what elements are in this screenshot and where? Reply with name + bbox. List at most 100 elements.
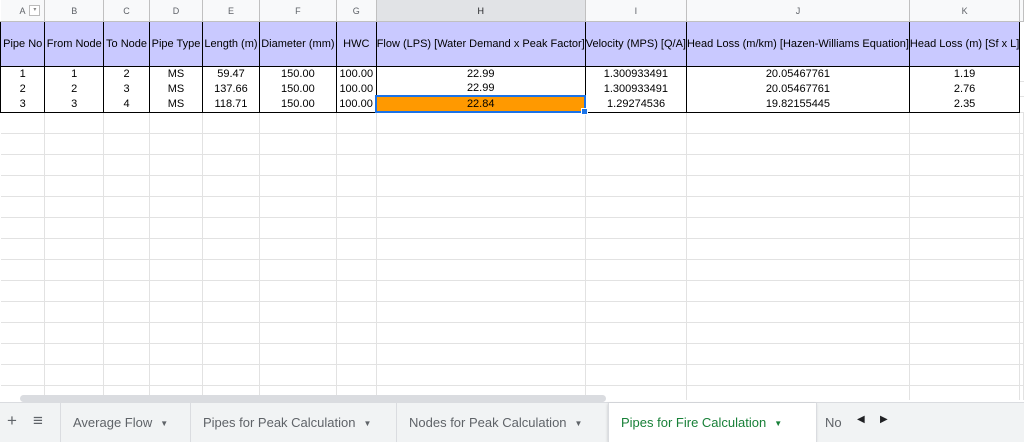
- data-cell[interactable]: 3: [0, 96, 46, 113]
- empty-cell[interactable]: [376, 154, 586, 176]
- tab-menu-caret-icon[interactable]: ▼: [575, 419, 583, 428]
- header-cell[interactable]: From Node: [44, 21, 105, 67]
- empty-cell[interactable]: [686, 217, 910, 239]
- empty-cell[interactable]: [44, 343, 105, 365]
- empty-cell[interactable]: [1019, 217, 1024, 239]
- column-header-e[interactable]: E: [202, 0, 260, 22]
- empty-cell[interactable]: [149, 217, 204, 239]
- empty-cell[interactable]: [103, 196, 151, 218]
- empty-cell[interactable]: [1019, 385, 1024, 400]
- empty-cell[interactable]: [585, 154, 687, 176]
- data-cell[interactable]: 150.00: [258, 81, 337, 96]
- empty-cell[interactable]: [259, 175, 337, 197]
- empty-cell[interactable]: [909, 238, 1021, 260]
- header-cell[interactable]: Pipe Type: [149, 21, 204, 67]
- empty-cell[interactable]: [686, 322, 910, 344]
- empty-cell[interactable]: [376, 112, 586, 134]
- empty-cell[interactable]: [0, 343, 46, 365]
- empty-cell[interactable]: [0, 133, 46, 155]
- empty-cell[interactable]: [686, 196, 910, 218]
- empty-cell[interactable]: [0, 217, 46, 239]
- data-cell[interactable]: 1.19: [908, 66, 1021, 81]
- header-cell[interactable]: Flow (LPS) [Water Demand x Peak Factor]: [375, 21, 586, 67]
- empty-cell[interactable]: [336, 133, 377, 155]
- empty-cell[interactable]: [0, 259, 46, 281]
- empty-cell[interactable]: [909, 259, 1021, 281]
- data-cell[interactable]: 3: [44, 96, 105, 113]
- empty-cell[interactable]: [44, 238, 105, 260]
- column-header-k[interactable]: K: [909, 0, 1021, 22]
- empty-cell[interactable]: [44, 322, 105, 344]
- column-header-a[interactable]: A ▾: [0, 0, 46, 22]
- empty-cell[interactable]: [376, 259, 586, 281]
- column-header-j[interactable]: J: [686, 0, 910, 22]
- empty-cell[interactable]: [585, 322, 687, 344]
- empty-cell[interactable]: [202, 343, 260, 365]
- empty-cell[interactable]: [149, 112, 204, 134]
- empty-cell[interactable]: [0, 112, 46, 134]
- data-cell[interactable]: 2: [44, 81, 105, 96]
- empty-cell[interactable]: [1019, 322, 1024, 344]
- empty-cell[interactable]: [686, 385, 910, 400]
- empty-cell[interactable]: [103, 301, 151, 323]
- empty-cell[interactable]: [259, 364, 337, 386]
- sheet-tab-5[interactable]: No: [816, 403, 846, 442]
- column-header-f[interactable]: F: [259, 0, 337, 22]
- data-cell[interactable]: MS: [149, 81, 204, 96]
- empty-cell[interactable]: [149, 364, 204, 386]
- empty-cell[interactable]: [376, 322, 586, 344]
- empty-cell[interactable]: [1019, 238, 1024, 260]
- empty-cell[interactable]: [44, 175, 105, 197]
- empty-cell[interactable]: [259, 133, 337, 155]
- empty-cell[interactable]: [149, 238, 204, 260]
- empty-cell[interactable]: [686, 280, 910, 302]
- empty-cell[interactable]: [1019, 259, 1024, 281]
- empty-cell[interactable]: [585, 364, 687, 386]
- empty-cell[interactable]: [0, 322, 46, 344]
- empty-cell[interactable]: [336, 280, 377, 302]
- empty-cell[interactable]: [202, 175, 260, 197]
- empty-cell[interactable]: [909, 364, 1021, 386]
- data-cell[interactable]: 2: [0, 81, 46, 96]
- empty-cell[interactable]: [585, 196, 687, 218]
- sheet-tab-1[interactable]: Average Flow ▼: [60, 403, 190, 442]
- empty-cell[interactable]: [103, 154, 151, 176]
- header-cell[interactable]: Head Loss (m) [Sf x L]: [908, 21, 1021, 67]
- empty-cell[interactable]: [103, 364, 151, 386]
- empty-cell[interactable]: [376, 280, 586, 302]
- empty-cell[interactable]: [202, 217, 260, 239]
- empty-cell[interactable]: [202, 301, 260, 323]
- empty-cell[interactable]: [103, 133, 151, 155]
- blank-cell[interactable]: [1019, 21, 1024, 67]
- empty-cell[interactable]: [376, 301, 586, 323]
- data-cell[interactable]: 20.05467761: [685, 66, 910, 81]
- empty-cell[interactable]: [202, 154, 260, 176]
- data-cell[interactable]: 2: [103, 66, 151, 81]
- data-cell[interactable]: 22.99: [375, 66, 586, 81]
- empty-cell[interactable]: [376, 217, 586, 239]
- empty-cell[interactable]: [44, 133, 105, 155]
- data-cell[interactable]: 150.00: [258, 96, 337, 113]
- empty-cell[interactable]: [686, 238, 910, 260]
- empty-cell[interactable]: [0, 301, 46, 323]
- data-cell[interactable]: 137.66: [202, 81, 260, 96]
- empty-cell[interactable]: [202, 196, 260, 218]
- empty-cell[interactable]: [44, 364, 105, 386]
- empty-cell[interactable]: [1019, 175, 1024, 197]
- empty-cell[interactable]: [103, 238, 151, 260]
- column-header-d[interactable]: D: [149, 0, 204, 22]
- blank-cell[interactable]: [1019, 66, 1024, 82]
- empty-cell[interactable]: [909, 343, 1021, 365]
- empty-cell[interactable]: [149, 259, 204, 281]
- empty-cell[interactable]: [44, 280, 105, 302]
- empty-cell[interactable]: [686, 175, 910, 197]
- next-sheet-icon[interactable]: ▶: [880, 414, 888, 425]
- empty-cell[interactable]: [202, 280, 260, 302]
- header-cell[interactable]: Pipe No: [0, 21, 46, 67]
- column-header-g[interactable]: G: [336, 0, 377, 22]
- empty-cell[interactable]: [259, 280, 337, 302]
- empty-cell[interactable]: [149, 154, 204, 176]
- data-cell[interactable]: 1: [0, 66, 46, 81]
- sheet-tab-2[interactable]: Pipes for Peak Calculation ▼: [190, 403, 396, 442]
- empty-cell[interactable]: [149, 301, 204, 323]
